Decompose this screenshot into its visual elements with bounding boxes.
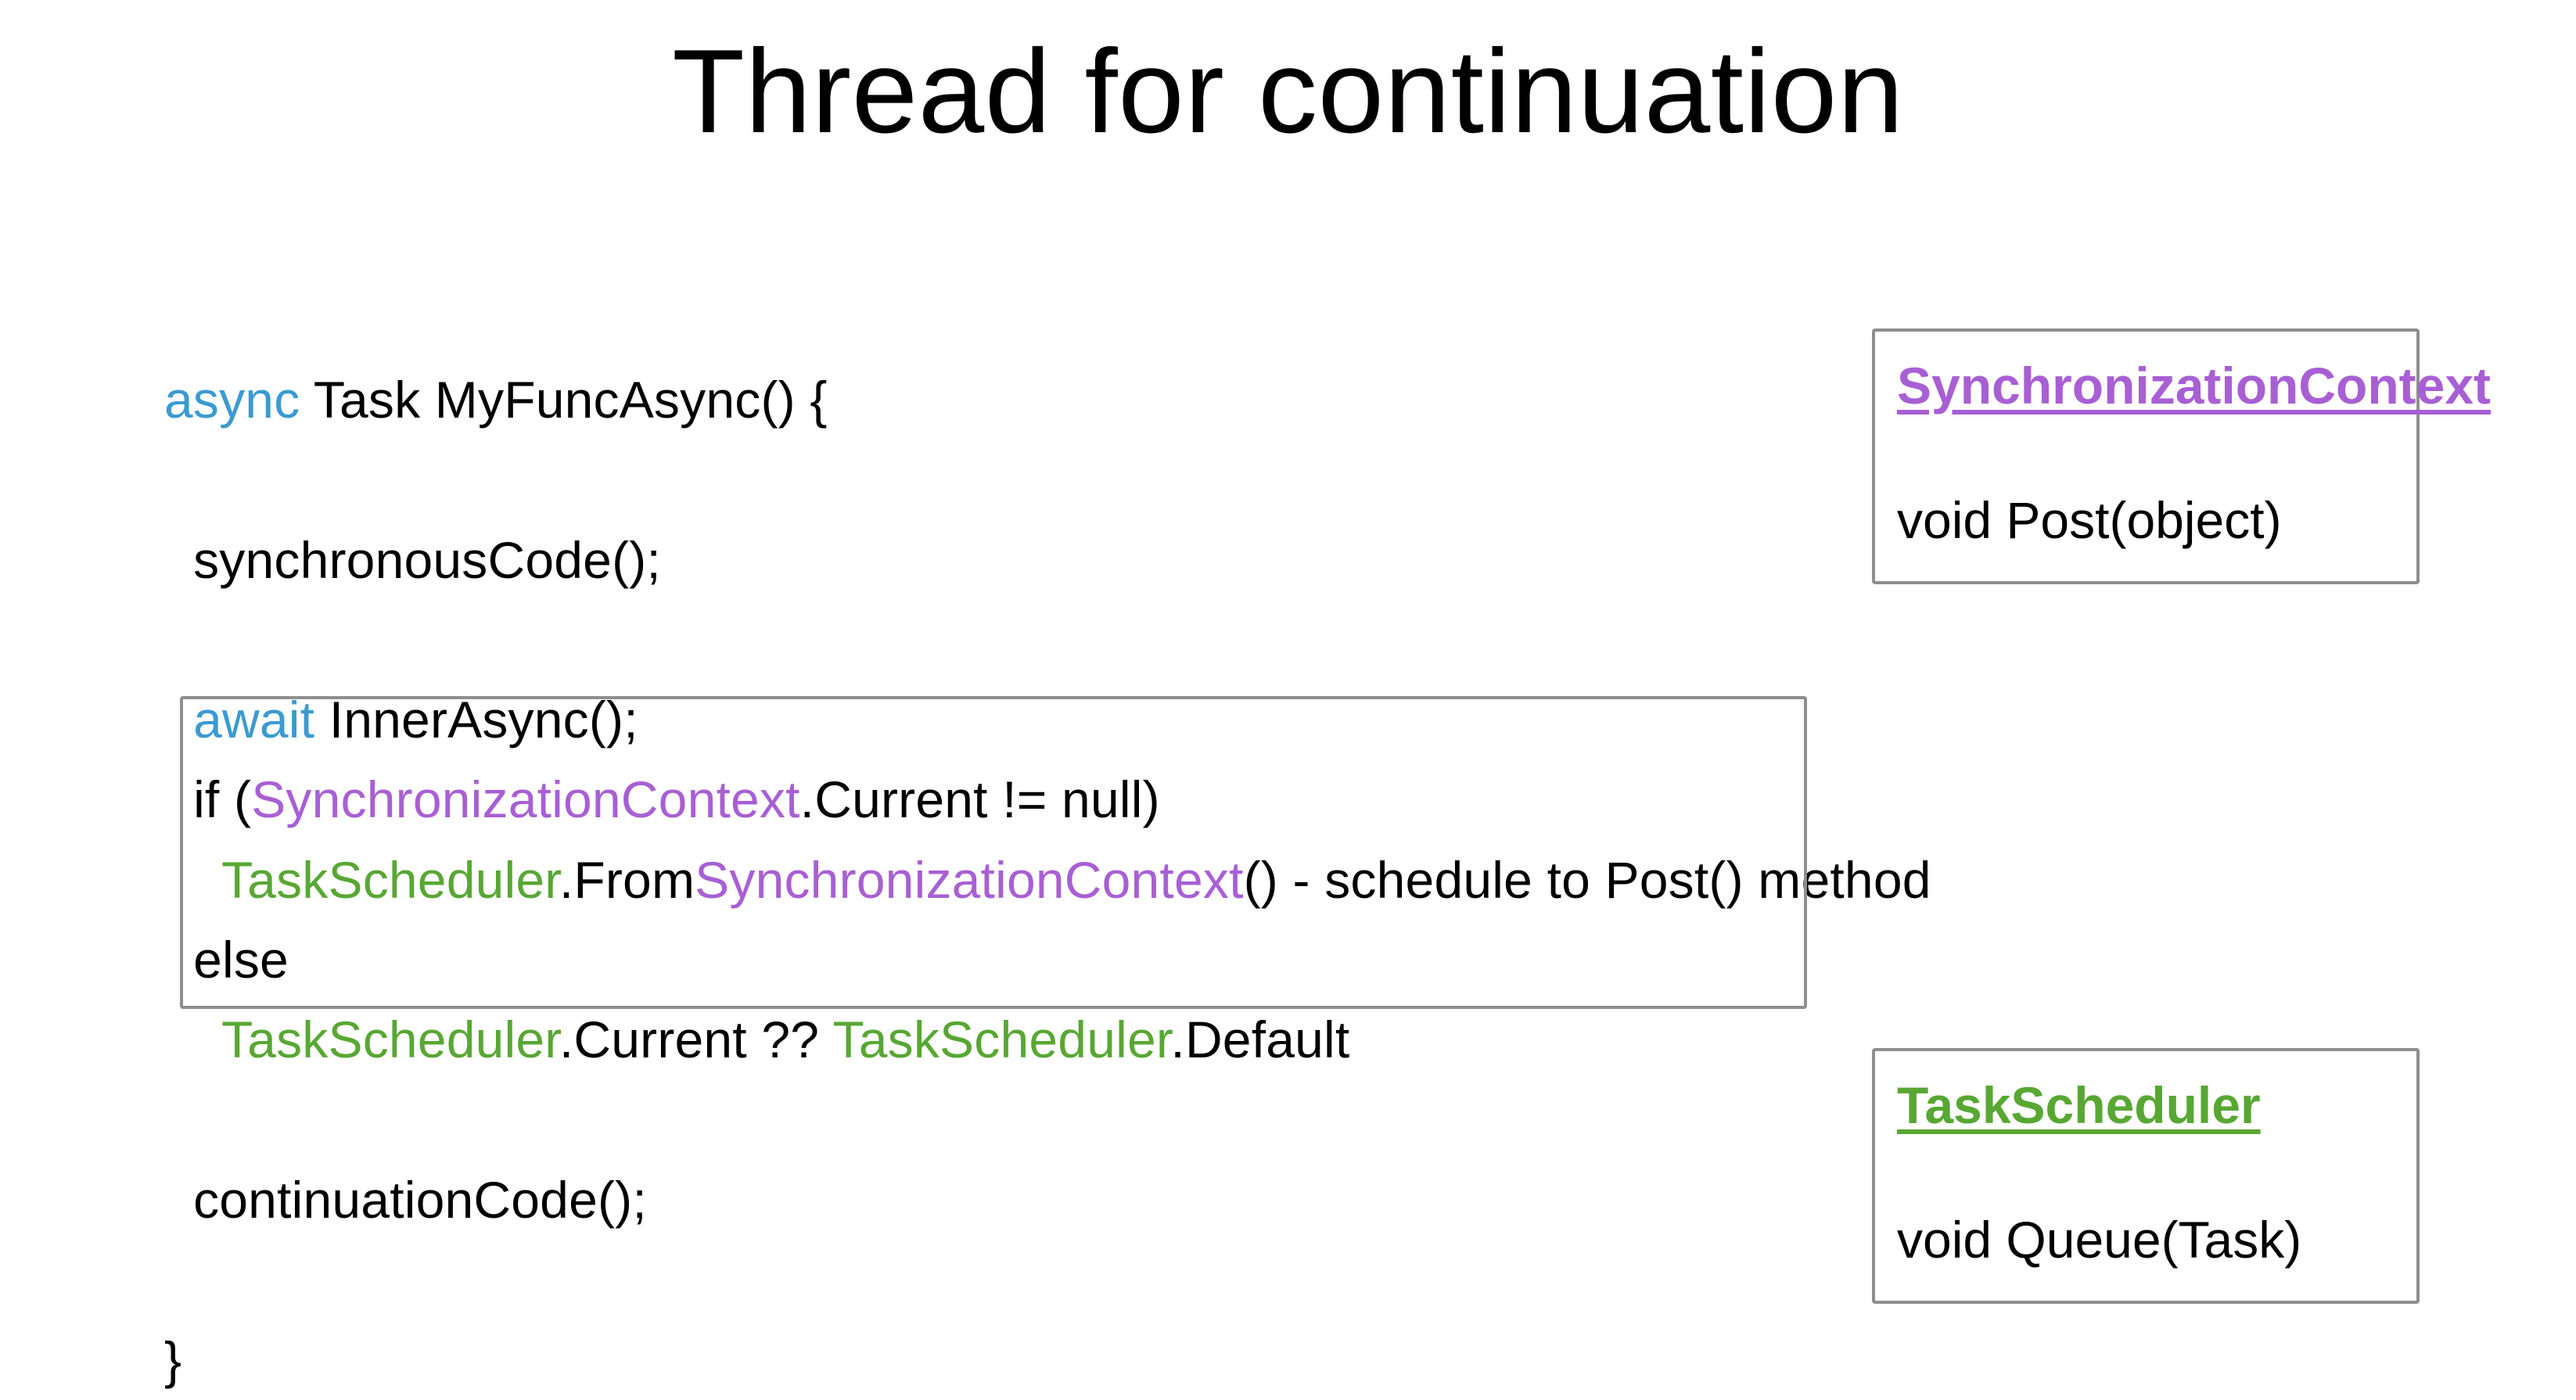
code-text: Task MyFuncAsync() { bbox=[300, 371, 827, 429]
card-title-taskscheduler: TaskScheduler bbox=[1897, 1065, 2395, 1145]
code-block: async Task MyFuncAsync() { synchronousCo… bbox=[164, 360, 1931, 1400]
type-taskscheduler: TaskScheduler bbox=[833, 1011, 1171, 1068]
code-text: .Current != null) bbox=[800, 770, 1160, 828]
keyword-async: async bbox=[164, 371, 300, 429]
synchronizationcontext-card: SynchronizationContext void Post(object) bbox=[1872, 328, 2420, 584]
card-title-synchronizationcontext: SynchronizationContext bbox=[1897, 346, 2395, 425]
taskscheduler-card: TaskScheduler void Queue(Task) bbox=[1872, 1048, 2420, 1304]
keyword-await: await bbox=[164, 691, 314, 748]
card-method: void Post(object) bbox=[1897, 480, 2395, 560]
type-synchronizationcontext: SynchronizationContext bbox=[695, 851, 1243, 909]
code-text: .Current ?? bbox=[559, 1011, 833, 1068]
code-text: } bbox=[164, 1331, 181, 1389]
code-text: .From bbox=[559, 851, 695, 909]
code-text bbox=[164, 851, 221, 909]
type-taskscheduler: TaskScheduler bbox=[221, 851, 559, 909]
code-text: InnerAsync(); bbox=[314, 691, 638, 748]
type-taskscheduler: TaskScheduler bbox=[221, 1011, 559, 1068]
slide-title: Thread for continuation bbox=[0, 23, 2576, 160]
type-synchronizationcontext: SynchronizationContext bbox=[251, 770, 799, 828]
card-method: void Queue(Task) bbox=[1897, 1200, 2395, 1280]
code-text bbox=[164, 1011, 221, 1068]
code-text: if ( bbox=[164, 770, 251, 828]
code-text: synchronousCode(); bbox=[164, 531, 661, 589]
code-text: continuationCode(); bbox=[164, 1171, 647, 1229]
code-text: () - schedule to Post() method bbox=[1244, 851, 1931, 909]
code-text: else bbox=[164, 931, 289, 989]
code-text: .Default bbox=[1170, 1011, 1349, 1068]
